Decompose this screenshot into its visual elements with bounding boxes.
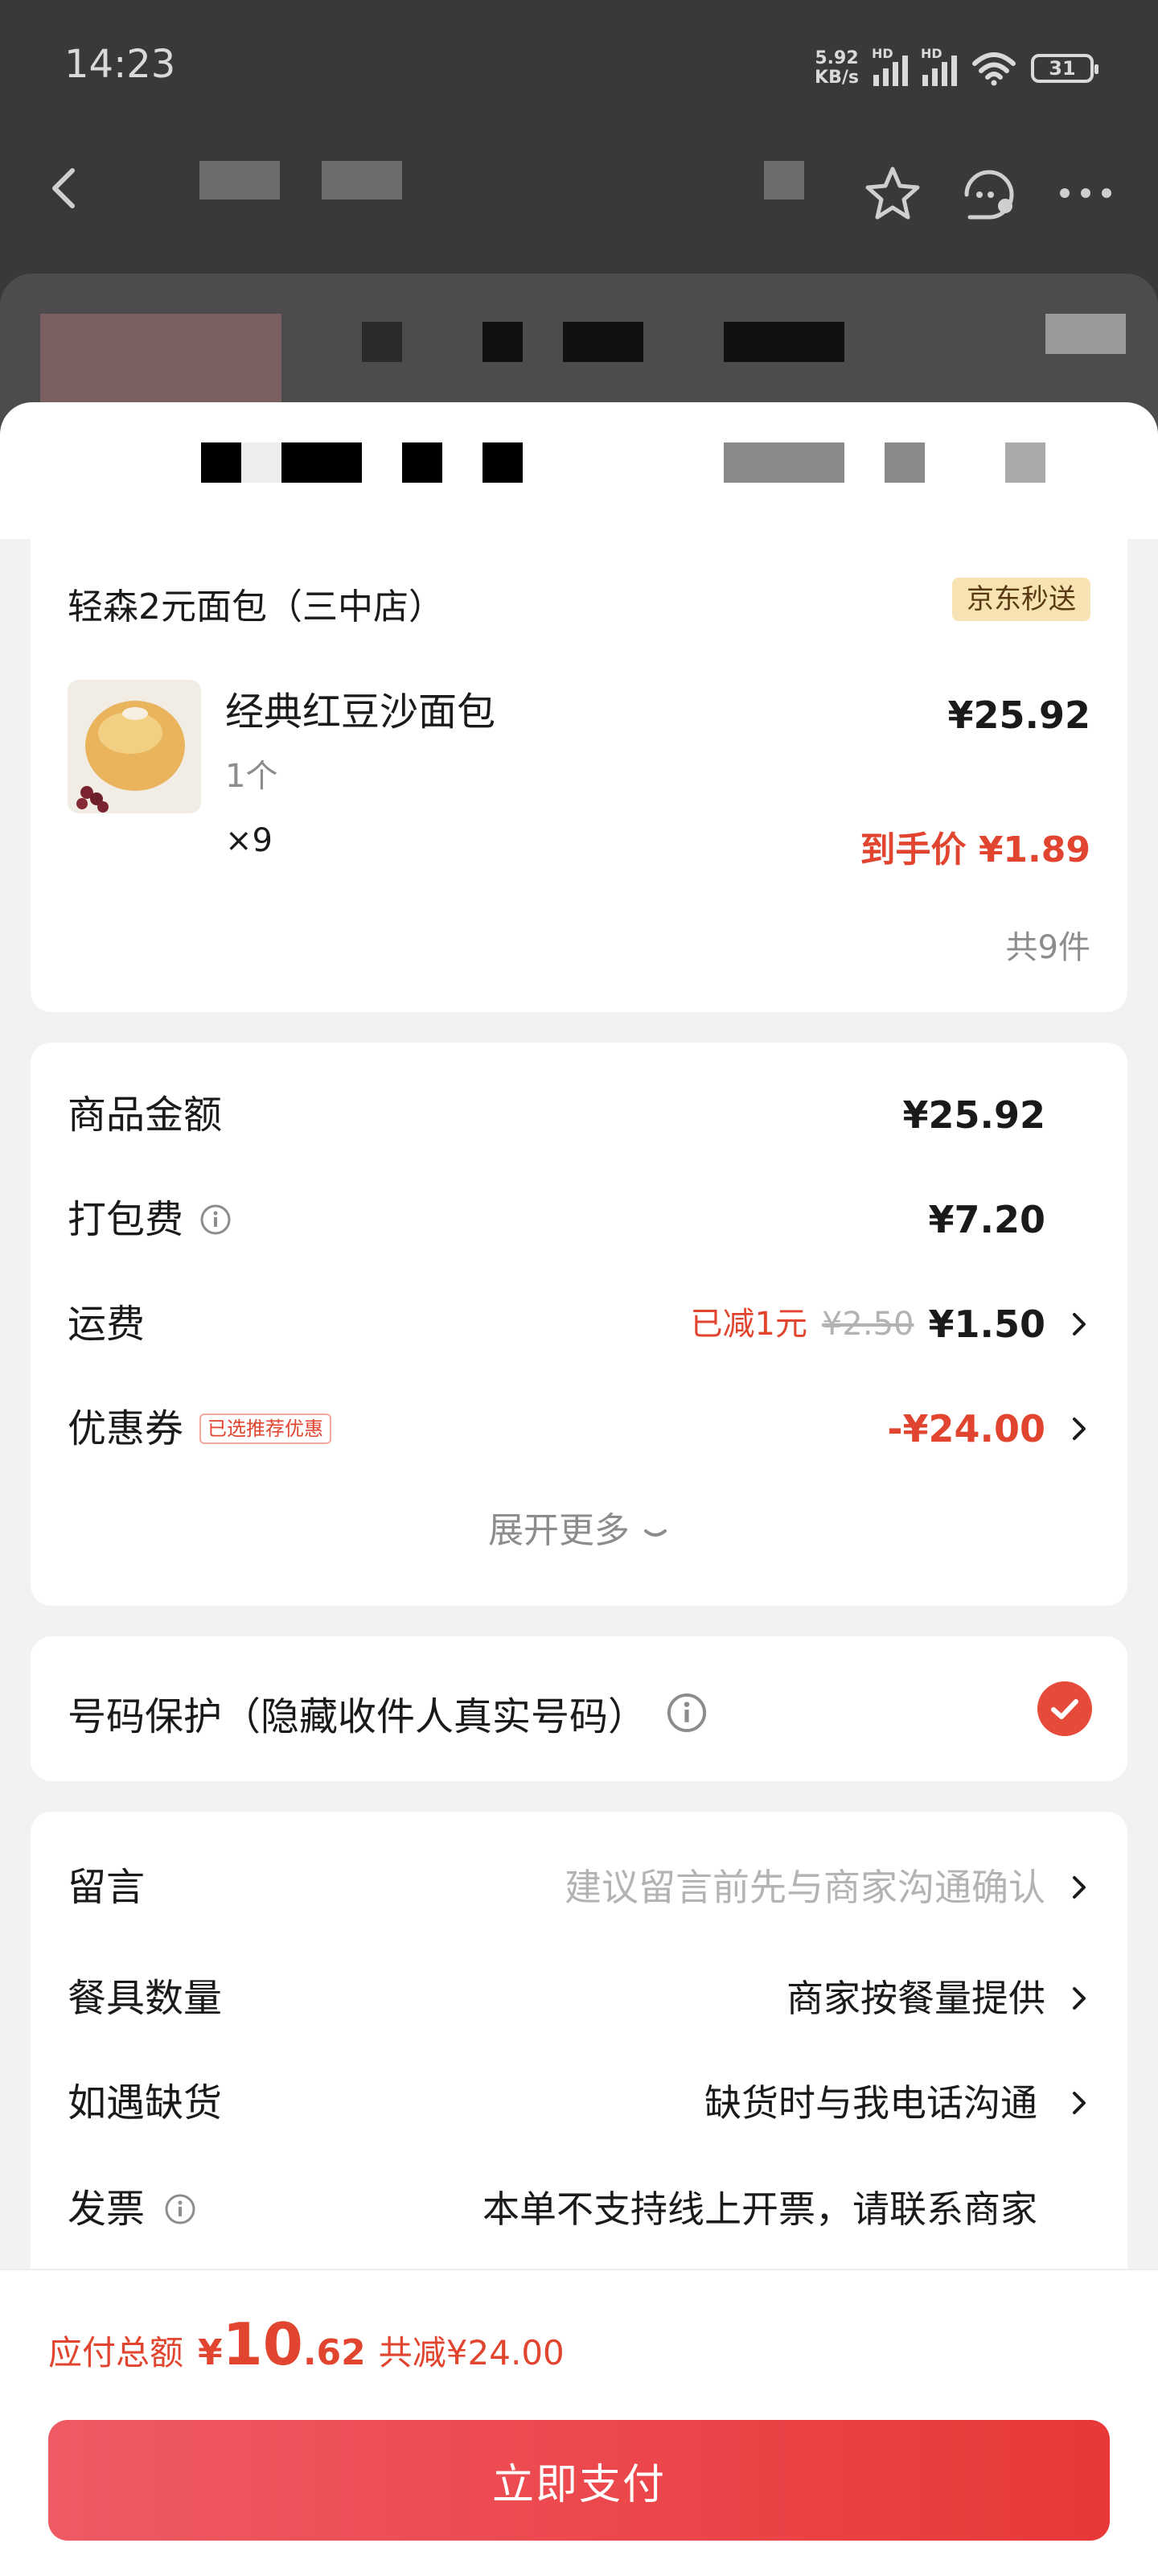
number-protection-label: 号码保护（隐藏收件人真实号码） (68, 1694, 647, 1739)
chevron-right-icon[interactable] (1070, 1310, 1090, 1339)
fee-card: 商品金额 ¥25.92 打包费 ¥7.20 运费 已减1元 ¥2.50 ¥1.5… (31, 1043, 1127, 1606)
battery-icon: 31 (1031, 54, 1098, 83)
out-of-stock-label: 如遇缺货 (68, 2080, 223, 2125)
packing-fee-value: ¥7.20 (928, 1198, 1045, 1241)
product-quantity: ×9 (225, 822, 273, 859)
status-icons: 5.92 KB/s HD HD 31 (815, 44, 1098, 93)
message-row[interactable]: 留言 建议留言前先与商家沟通确认 (68, 1855, 1090, 1920)
signal-icon: HD (872, 46, 908, 86)
number-protection-checkbox[interactable] (1037, 1681, 1092, 1736)
chevron-right-icon[interactable] (1070, 1984, 1090, 2013)
coupon-tag: 已选推荐优惠 (199, 1414, 332, 1444)
product-image (68, 680, 201, 813)
message-label: 留言 (68, 1865, 146, 1910)
product-price: ¥25.92 (947, 693, 1090, 737)
store-card: 轻森2元面包（三中店） 京东秒送 经典红豆沙面包 1个 ×9 ¥25.92 到手… (31, 515, 1127, 1012)
out-of-stock-row[interactable]: 如遇缺货 缺货时与我电话沟通 (68, 2071, 1090, 2135)
goods-amount-label: 商品金额 (68, 1093, 223, 1138)
currency-symbol: ¥ (198, 2332, 223, 2373)
coupon-row[interactable]: 优惠券 已选推荐优惠 -¥24.00 (68, 1397, 1090, 1461)
status-time: 14:23 (64, 42, 176, 87)
blurred-title (199, 161, 280, 200)
status-bar: 14:23 5.92 KB/s HD HD 31 (0, 0, 1158, 137)
blurred-title (322, 161, 402, 200)
info-icon[interactable] (164, 2193, 196, 2225)
goods-amount-value: ¥25.92 (902, 1093, 1045, 1137)
expand-more-button[interactable]: 展开更多 (31, 1501, 1127, 1553)
more-icon[interactable] (1053, 161, 1118, 225)
invoice-row[interactable]: 发票 本单不支持线上开票，请联系商家 (68, 2177, 1090, 2241)
blurred-tab[interactable] (201, 442, 241, 483)
blurred-tab[interactable] (1005, 442, 1045, 483)
invoice-label: 发票 (68, 2187, 146, 2232)
coupon-value: -¥24.00 (887, 1407, 1045, 1451)
info-icon[interactable] (199, 1204, 232, 1236)
blurred-icon (1045, 314, 1126, 354)
nav-actions (860, 161, 1118, 225)
final-price: 到手价 ¥1.89 (860, 829, 1091, 870)
utensils-label: 餐具数量 (68, 1976, 223, 2021)
order-options-card: 留言 建议留言前先与商家沟通确认 餐具数量 商家按餐量提供 如遇缺货 缺货时与我… (31, 1812, 1127, 2294)
blurred-text (724, 322, 844, 362)
expand-more-label: 展开更多 (488, 1510, 630, 1551)
customer-service-icon[interactable] (957, 161, 1021, 225)
star-icon[interactable] (860, 161, 925, 225)
delivery-tag: 京东秒送 (952, 578, 1090, 621)
wifi-icon (972, 52, 1016, 86)
total-amount: 应付总额 ¥ 10 .62 共减¥24.00 (48, 2311, 565, 2378)
blurred-tab[interactable] (482, 442, 523, 483)
nav-bar (0, 145, 1158, 233)
blurred-text (563, 322, 643, 362)
network-speed: 5.92 KB/s (815, 49, 859, 88)
shipping-label: 运费 (68, 1302, 146, 1347)
blurred-tab[interactable] (885, 442, 925, 483)
shipping-value: ¥1.50 (928, 1302, 1045, 1346)
network-speed-unit: KB/s (815, 68, 859, 88)
chevron-right-icon[interactable] (1070, 1414, 1090, 1443)
blurred-tab (241, 442, 281, 483)
network-speed-value: 5.92 (815, 48, 859, 68)
invoice-value: 本单不支持线上开票，请联系商家 (482, 2187, 1037, 2231)
back-arrow-icon[interactable] (40, 163, 92, 214)
signal-2-label: HD (921, 46, 942, 61)
product-spec: 1个 (225, 758, 278, 795)
blurred-tab[interactable] (402, 442, 442, 483)
blurred-icon (764, 161, 804, 200)
blurred-tab[interactable] (724, 442, 844, 483)
shipping-row[interactable]: 运费 已减1元 ¥2.50 ¥1.50 (68, 1292, 1090, 1356)
signal-1-label: HD (872, 46, 893, 61)
total-label: 应付总额 (48, 2333, 184, 2372)
signal-icon: HD (921, 46, 957, 86)
blurred-tab[interactable] (281, 442, 362, 483)
out-of-stock-value: 缺货时与我电话沟通 (704, 2081, 1037, 2125)
info-icon[interactable] (666, 1692, 708, 1734)
store-name[interactable]: 轻森2元面包（三中店） (68, 578, 444, 629)
goods-amount-row: 商品金额 ¥25.92 (68, 1083, 1090, 1147)
utensils-row[interactable]: 餐具数量 商家按餐量提供 (68, 1966, 1090, 2031)
total-integer: 10 (222, 2311, 303, 2378)
utensils-value: 商家按餐量提供 (786, 1977, 1045, 2020)
total-saved: 共减¥24.00 (378, 2333, 565, 2372)
item-count: 共9件 (1005, 929, 1090, 966)
shipping-reduced: 已减1元 (690, 1306, 807, 1343)
message-input[interactable]: 建议留言前先与商家沟通确认 (565, 1855, 1045, 1920)
number-protection-card: 号码保护（隐藏收件人真实号码） (31, 1636, 1127, 1781)
blurred-text (362, 322, 402, 362)
coupon-label: 优惠券 (68, 1406, 184, 1451)
pay-now-button[interactable]: 立即支付 (48, 2420, 1110, 2541)
chevron-right-icon[interactable] (1070, 1873, 1090, 1902)
product-name[interactable]: 经典红豆沙面包 (225, 680, 495, 736)
blurred-text (482, 322, 523, 362)
packing-fee-row: 打包费 ¥7.20 (68, 1187, 1090, 1252)
background-page-dim: 14:23 5.92 KB/s HD HD 31 (0, 0, 1158, 442)
battery-level: 31 (1049, 57, 1076, 80)
packing-fee-label: 打包费 (68, 1197, 184, 1242)
total-decimal: .62 (302, 2332, 366, 2373)
shipping-original-price: ¥2.50 (821, 1306, 914, 1343)
chevron-right-icon[interactable] (1070, 2088, 1090, 2117)
check-icon (1051, 1699, 1078, 1719)
chevron-down-icon (644, 1529, 667, 1537)
payment-bar: 应付总额 ¥ 10 .62 共减¥24.00 立即支付 (0, 2269, 1158, 2576)
